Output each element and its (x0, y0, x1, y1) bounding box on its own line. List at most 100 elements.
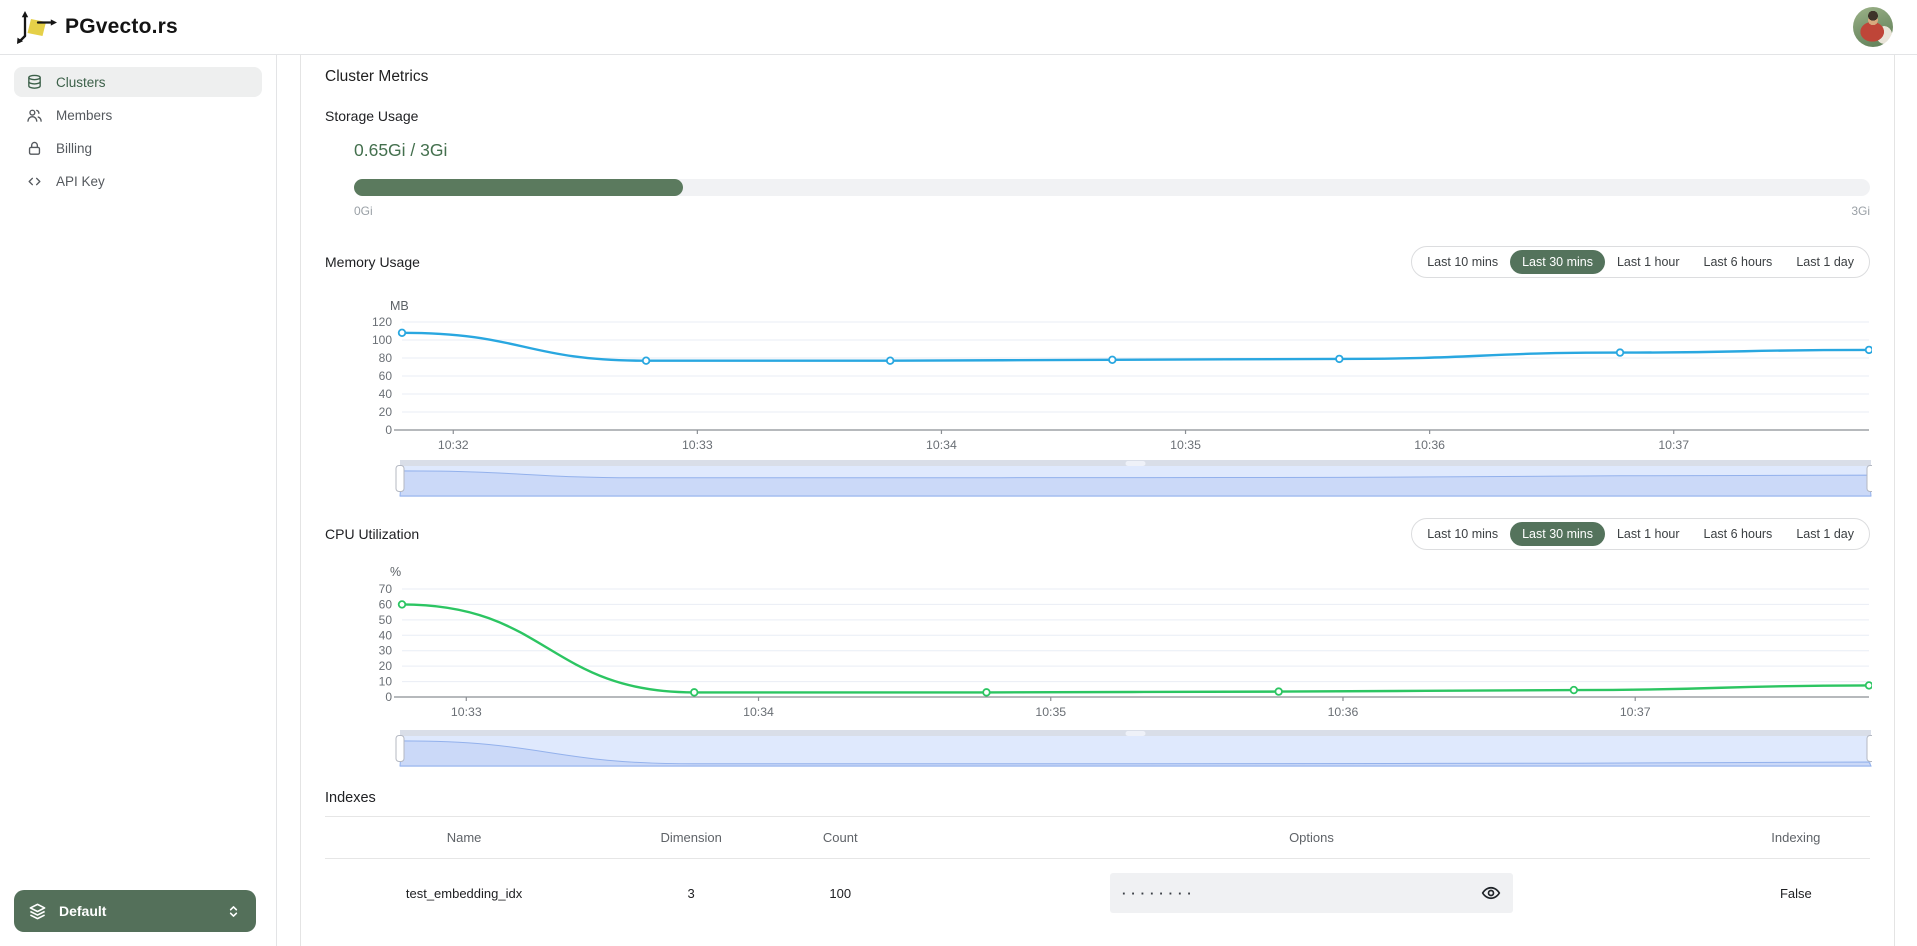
sidebar-item-members[interactable]: Members (14, 100, 262, 130)
storage-max-label: 3Gi (1851, 204, 1870, 218)
y-tick-label: 60 (379, 597, 393, 611)
cpu-brush[interactable] (396, 730, 1872, 767)
data-point (1109, 357, 1116, 364)
x-tick-label: 10:34 (926, 438, 957, 452)
memory-usage-label: Memory Usage (325, 254, 420, 270)
y-tick-label: 0 (385, 423, 392, 437)
y-tick-label: 20 (379, 405, 393, 419)
storage-min-label: 0Gi (354, 204, 373, 218)
cpu-utilization-label: CPU Utilization (325, 526, 419, 542)
col-options: Options (901, 817, 1721, 859)
y-tick-label: 10 (379, 675, 393, 689)
series-line (402, 604, 1869, 692)
sidebar-item-label: Members (56, 108, 112, 123)
options-password-field[interactable]: ········ (1110, 873, 1513, 913)
cpu-utilization-chart: %01020304050607010:3310:3410:3510:3610:3… (325, 558, 1872, 770)
x-tick-label: 10:35 (1035, 705, 1066, 719)
sidebar-item-clusters[interactable]: Clusters (14, 67, 262, 97)
range-button-last-10-mins[interactable]: Last 10 mins (1415, 522, 1510, 546)
storage-progress-bar (354, 179, 1870, 196)
y-tick-label: 0 (385, 690, 392, 704)
brush-handle-left[interactable] (396, 736, 404, 762)
sidebar-item-label: API Key (56, 174, 105, 189)
data-point (983, 689, 990, 696)
storage-progress-fill (354, 179, 683, 196)
data-point (399, 601, 406, 608)
y-tick-label: 20 (379, 659, 393, 673)
user-avatar[interactable] (1853, 7, 1893, 47)
users-icon (26, 107, 43, 124)
data-point (1571, 687, 1578, 694)
sidebar-item-billing[interactable]: Billing (14, 133, 262, 163)
sidebar-item-label: Billing (56, 141, 92, 156)
range-button-last-1-hour[interactable]: Last 1 hour (1605, 250, 1692, 274)
range-button-last-6-hours[interactable]: Last 6 hours (1692, 522, 1785, 546)
index-name-cell: test_embedding_idx (325, 859, 603, 914)
y-axis-unit-label: % (390, 565, 401, 579)
main-area: Cluster Metrics Storage Usage 0.65Gi / 3… (277, 55, 1917, 946)
lock-icon (26, 140, 43, 157)
data-point (399, 330, 406, 337)
x-tick-label: 10:33 (682, 438, 713, 452)
x-tick-label: 10:34 (743, 705, 774, 719)
range-button-last-10-mins[interactable]: Last 10 mins (1415, 250, 1510, 274)
data-point (1866, 347, 1872, 354)
eye-icon[interactable] (1481, 883, 1501, 903)
pgvecto-logo-icon (16, 9, 58, 45)
memory-brush[interactable] (396, 460, 1872, 497)
range-button-last-30-mins[interactable]: Last 30 mins (1510, 522, 1605, 546)
x-tick-label: 10:37 (1658, 438, 1689, 452)
index-dimension-cell: 3 (603, 859, 779, 914)
x-tick-label: 10:32 (438, 438, 469, 452)
index-count-cell: 100 (779, 859, 901, 914)
brush-handle-left[interactable] (396, 466, 404, 492)
range-button-last-1-hour[interactable]: Last 1 hour (1605, 522, 1692, 546)
brush-handle-right[interactable] (1867, 466, 1872, 492)
sidebar: Clusters Members Billing API Key (0, 55, 277, 946)
y-tick-label: 50 (379, 613, 393, 627)
y-tick-label: 60 (379, 369, 393, 383)
y-tick-label: 100 (372, 333, 392, 347)
content-panel: Cluster Metrics Storage Usage 0.65Gi / 3… (300, 55, 1895, 946)
x-tick-label: 10:35 (1170, 438, 1201, 452)
chevron-up-down-icon (225, 903, 242, 920)
range-button-last-6-hours[interactable]: Last 6 hours (1692, 250, 1785, 274)
data-point (1336, 356, 1343, 363)
page-title: Cluster Metrics (325, 68, 1870, 86)
col-dimension: Dimension (603, 817, 779, 859)
range-button-last-30-mins[interactable]: Last 30 mins (1510, 250, 1605, 274)
range-button-last-1-day[interactable]: Last 1 day (1784, 522, 1866, 546)
memory-usage-chart: MB02040608010012010:3210:3310:3410:3510:… (325, 288, 1872, 500)
index-indexing-cell: False (1722, 859, 1870, 914)
y-tick-label: 40 (379, 387, 393, 401)
x-tick-label: 10:36 (1414, 438, 1445, 452)
table-row: test_embedding_idx 3 100 ········ (325, 859, 1870, 914)
brush-center-grip[interactable] (1126, 461, 1146, 466)
workspace-label: Default (59, 903, 106, 919)
y-tick-label: 120 (372, 315, 392, 329)
storage-value: 0.65Gi / 3Gi (354, 140, 1870, 161)
series-line (402, 333, 1869, 361)
y-tick-label: 40 (379, 628, 393, 642)
sidebar-item-label: Clusters (56, 75, 106, 90)
col-name: Name (325, 817, 603, 859)
database-icon (26, 74, 43, 91)
sidebar-item-api-key[interactable]: API Key (14, 166, 262, 196)
y-tick-label: 70 (379, 582, 393, 596)
indexes-title: Indexes (325, 790, 1870, 806)
memory-range-selector: Last 10 minsLast 30 minsLast 1 hourLast … (1411, 246, 1870, 278)
brush-handle-right[interactable] (1867, 736, 1872, 762)
data-point (1866, 682, 1872, 689)
y-tick-label: 30 (379, 644, 393, 658)
y-axis-unit-label: MB (390, 299, 409, 313)
range-button-last-1-day[interactable]: Last 1 day (1784, 250, 1866, 274)
brand[interactable]: PGvecto.rs (16, 9, 178, 45)
col-count: Count (779, 817, 901, 859)
code-icon (26, 173, 43, 190)
x-tick-label: 10:33 (451, 705, 482, 719)
workspace-switcher[interactable]: Default (14, 890, 256, 932)
cpu-range-selector: Last 10 minsLast 30 minsLast 1 hourLast … (1411, 518, 1870, 550)
masked-options-value: ········ (1122, 887, 1197, 900)
top-bar: PGvecto.rs (0, 0, 1917, 55)
brush-center-grip[interactable] (1126, 731, 1146, 736)
